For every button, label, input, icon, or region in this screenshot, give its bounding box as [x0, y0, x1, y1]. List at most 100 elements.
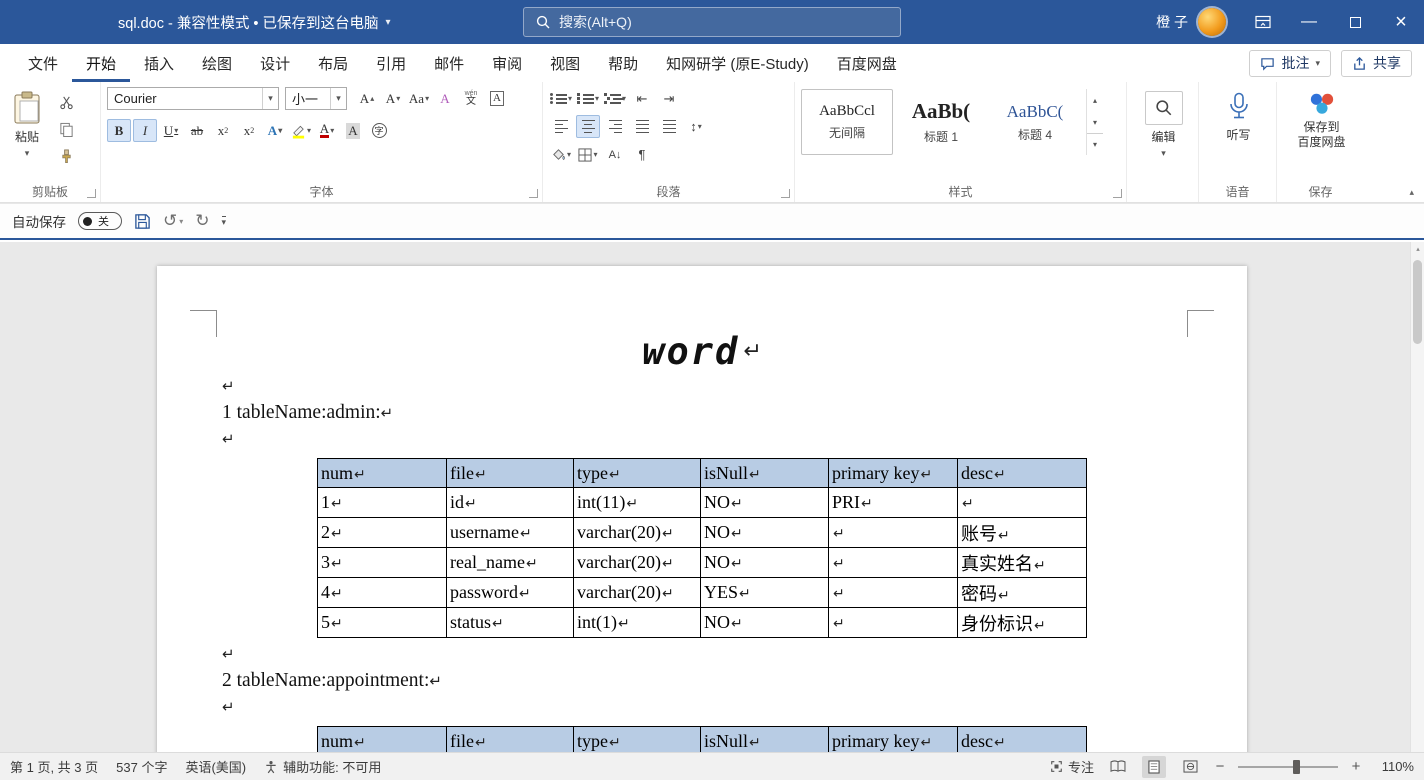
- enclose-characters-button[interactable]: 字: [367, 119, 391, 142]
- empty-paragraph[interactable]: ↵: [222, 429, 1247, 455]
- clear-formatting-button[interactable]: A: [433, 87, 457, 110]
- zoom-in-button[interactable]: +: [1350, 758, 1362, 775]
- multilevel-list-button[interactable]: ▾: [603, 87, 627, 110]
- tab-home[interactable]: 开始: [72, 44, 130, 82]
- font-dialog-launcher[interactable]: [529, 189, 538, 198]
- column-header[interactable]: desc↵: [957, 458, 1087, 488]
- align-center-button[interactable]: [576, 115, 600, 138]
- table-cell[interactable]: username↵: [446, 517, 574, 548]
- column-header[interactable]: desc↵: [957, 726, 1087, 752]
- column-header[interactable]: isNull↵: [700, 726, 829, 752]
- account-name[interactable]: 橙 子: [1156, 12, 1188, 32]
- save-to-baidu-netdisk-button[interactable]: 保存到 百度网盘: [1283, 87, 1360, 154]
- tab-mailings[interactable]: 邮件: [420, 44, 478, 82]
- underline-button[interactable]: U ▾: [159, 119, 183, 142]
- grow-font-button[interactable]: A ▴: [355, 87, 379, 110]
- zoom-level[interactable]: 110%: [1374, 759, 1414, 774]
- customize-qat-button[interactable]: ▾: [221, 216, 227, 227]
- empty-paragraph[interactable]: ↵: [222, 376, 1247, 402]
- italic-button[interactable]: I: [133, 119, 157, 142]
- table-cell[interactable]: real_name↵: [446, 547, 574, 578]
- justify-button[interactable]: [630, 115, 654, 138]
- table-cell[interactable]: ↵: [957, 487, 1087, 518]
- superscript-button[interactable]: x2: [237, 119, 261, 142]
- tab-draw[interactable]: 绘图: [188, 44, 246, 82]
- dictate-button[interactable]: 听写: [1205, 87, 1272, 147]
- tab-baidu-netdisk[interactable]: 百度网盘: [823, 44, 911, 82]
- scroll-up-arrow-icon[interactable]: ▴: [1411, 245, 1424, 253]
- collapse-ribbon-button[interactable]: ▴: [1409, 187, 1414, 198]
- styles-scroll-down-button[interactable]: ▾: [1087, 111, 1103, 133]
- column-header[interactable]: num↵: [317, 458, 447, 488]
- bullet-list-button[interactable]: ▾: [549, 87, 573, 110]
- table-cell[interactable]: NO↵: [700, 547, 829, 578]
- table-cell[interactable]: NO↵: [700, 517, 829, 548]
- table-cell[interactable]: PRI↵: [828, 487, 958, 518]
- accessibility-status[interactable]: 辅助功能: 不可用: [264, 757, 381, 776]
- table-cell[interactable]: 密码↵: [957, 577, 1087, 608]
- table-cell[interactable]: status↵: [446, 607, 574, 638]
- table-cell[interactable]: 4↵: [317, 577, 447, 608]
- style-heading-1[interactable]: AaBb( 标题 1: [895, 89, 987, 155]
- align-right-button[interactable]: [603, 115, 627, 138]
- column-header[interactable]: primary key↵: [828, 726, 958, 752]
- maximize-button[interactable]: [1332, 0, 1378, 44]
- shading-button[interactable]: ▾: [549, 143, 573, 166]
- column-header[interactable]: file↵: [446, 458, 574, 488]
- column-header[interactable]: type↵: [573, 458, 701, 488]
- tab-references[interactable]: 引用: [362, 44, 420, 82]
- column-header[interactable]: type↵: [573, 726, 701, 752]
- bold-button[interactable]: B: [107, 119, 131, 142]
- scrollbar-thumb[interactable]: [1413, 260, 1422, 344]
- table-cell[interactable]: NO↵: [700, 487, 829, 518]
- text-effects-button[interactable]: A ▾: [263, 119, 287, 142]
- autosave-toggle[interactable]: 关: [78, 212, 122, 230]
- empty-paragraph[interactable]: ↵: [222, 644, 1247, 670]
- document-page[interactable]: word ↵ ↵ 1 tableName:admin:↵ ↵ num↵ file↵ t…: [157, 266, 1247, 752]
- table-cell[interactable]: ↵: [828, 517, 958, 548]
- highlight-color-button[interactable]: ▾: [289, 119, 313, 142]
- appointment-table[interactable]: num↵file↵type↵isNull↵primary key↵desc↵1↵…: [317, 726, 1087, 752]
- styles-more-button[interactable]: ▾: [1087, 133, 1103, 155]
- zoom-slider-thumb[interactable]: [1293, 759, 1300, 774]
- account-avatar[interactable]: [1198, 8, 1226, 36]
- tab-cnki-estudy[interactable]: 知网研学 (原E-Study): [652, 44, 823, 82]
- document-title-paragraph[interactable]: word ↵: [157, 330, 1247, 376]
- zoom-slider[interactable]: [1238, 759, 1338, 774]
- shrink-font-button[interactable]: A ▾: [381, 87, 405, 110]
- phonetic-guide-button[interactable]: wén 文: [459, 87, 483, 110]
- cut-button[interactable]: [54, 91, 78, 114]
- table-cell[interactable]: 5↵: [317, 607, 447, 638]
- table-cell[interactable]: id↵: [446, 487, 574, 518]
- table-cell[interactable]: 账号↵: [957, 517, 1087, 548]
- save-button[interactable]: [134, 213, 151, 230]
- distribute-button[interactable]: [657, 115, 681, 138]
- borders-button[interactable]: ▾: [576, 143, 600, 166]
- strikethrough-button[interactable]: ab: [185, 119, 209, 142]
- table-cell[interactable]: 3↵: [317, 547, 447, 578]
- table-cell[interactable]: ↵: [828, 577, 958, 608]
- tab-help[interactable]: 帮助: [594, 44, 652, 82]
- sort-button[interactable]: A↓: [603, 143, 627, 166]
- column-header[interactable]: num↵: [317, 726, 447, 752]
- paragraph-dialog-launcher[interactable]: [781, 189, 790, 198]
- read-mode-button[interactable]: [1106, 756, 1130, 778]
- line-spacing-button[interactable]: ↕ ▾: [684, 115, 708, 138]
- character-border-button[interactable]: A: [485, 87, 509, 110]
- editing-menu-button[interactable]: 编辑 ▾: [1133, 87, 1194, 163]
- table-cell[interactable]: 身份标识↵: [957, 607, 1087, 638]
- paste-button[interactable]: 粘贴 ▾: [6, 87, 48, 182]
- tab-file[interactable]: 文件: [14, 44, 72, 82]
- word-count[interactable]: 537 个字: [116, 757, 167, 776]
- title-dropdown-caret-icon[interactable]: ▾: [385, 17, 390, 28]
- column-header[interactable]: isNull↵: [700, 458, 829, 488]
- table-cell[interactable]: int(11)↵: [573, 487, 701, 518]
- font-name-combo[interactable]: Courier ▾: [107, 87, 279, 110]
- web-layout-button[interactable]: [1178, 756, 1202, 778]
- clipboard-dialog-launcher[interactable]: [87, 189, 96, 198]
- tab-layout[interactable]: 布局: [304, 44, 362, 82]
- format-painter-button[interactable]: [54, 145, 78, 168]
- font-color-button[interactable]: A ▾: [315, 119, 339, 142]
- empty-paragraph[interactable]: ↵: [222, 697, 1247, 723]
- tab-design[interactable]: 设计: [246, 44, 304, 82]
